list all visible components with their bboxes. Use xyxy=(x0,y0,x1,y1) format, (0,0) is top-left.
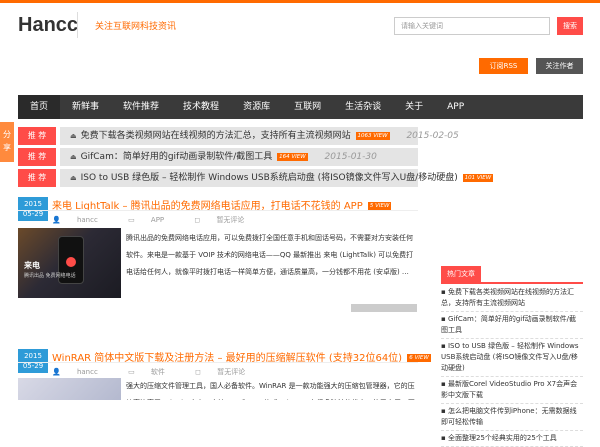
list-item[interactable]: ▪ 怎么把电脑文件传到iPhone：无需数据线即可轻松传输 xyxy=(441,404,583,431)
search-button[interactable]: 搜索 xyxy=(557,17,583,35)
post-date-box: 2015 05-29 xyxy=(18,197,48,221)
logo-divider xyxy=(77,12,78,38)
widget-title: 热门文章 xyxy=(441,266,481,282)
list-item[interactable]: ▪ 免费下载各类视频网站在线视频的方法汇总，支持所有主流视频网站 xyxy=(441,285,583,312)
follow-author-button[interactable]: 关注作者hancc xyxy=(536,58,583,86)
post-year: 2015 xyxy=(24,352,42,360)
post-meta: 👤 hancc ▭ 软件 ◻ 暂无评论 xyxy=(52,367,273,377)
list-item-text: 免费下载各类视频网站在线视频的方法汇总，支持所有主流视频网站 xyxy=(441,288,574,307)
post-category: APP xyxy=(150,216,165,224)
user-icon: 👤 xyxy=(52,216,61,224)
search-input[interactable]: 请输入关键词 xyxy=(394,17,550,35)
read-more-bar[interactable] xyxy=(351,304,417,312)
site-tagline: 关注互联网科技资讯 xyxy=(95,22,177,32)
folder-icon: ▭ xyxy=(128,368,135,376)
list-item-text: GifCam：简单好用的gif动画录制软件/截图工具 xyxy=(441,315,577,334)
post-comments: 暂无评论 xyxy=(217,368,246,376)
share-label-1: 分 xyxy=(3,130,11,139)
post-thumbnail[interactable]: 来电 腾讯出品 免费网络电话 xyxy=(18,228,121,298)
nav-item-news[interactable]: 新鲜事 xyxy=(60,95,111,119)
recommend-body: ⏏ ISO to USB 绿色版 – 轻松制作 Windows USB系统启动盘 … xyxy=(60,169,494,187)
nav-item-life[interactable]: 生活杂谈 xyxy=(333,95,393,119)
category-meta[interactable]: ▭ 软件 xyxy=(128,368,179,376)
eject-icon: ⏏ xyxy=(70,132,77,140)
list-item-text: ISO to USB 绿色版 – 轻松制作 Windows USB系统启动盘 (… xyxy=(441,342,579,372)
recommend-item[interactable]: 推 荐 ⏏ ISO to USB 绿色版 – 轻松制作 Windows USB系统… xyxy=(18,169,494,187)
hot-posts-list: ▪ 免费下载各类视频网站在线视频的方法汇总，支持所有主流视频网站 ▪ GifCa… xyxy=(441,285,583,447)
eject-icon: ⏏ xyxy=(70,174,77,182)
recommend-date: 2015-01-30 xyxy=(324,152,377,162)
share-side-button[interactable]: 分 享 xyxy=(0,122,14,162)
list-item-text: 最新版Corel VideoStudio Pro X7会声会影中文版下载 xyxy=(441,380,578,399)
list-item[interactable]: ▪ 全面整理25个经典实用的25个工具 xyxy=(441,431,583,447)
call-icon xyxy=(66,257,76,267)
view-count-badge: 164 VIEW xyxy=(277,152,308,161)
list-item-text: 怎么把电脑文件传到iPhone：无需数据线即可轻松传输 xyxy=(441,407,577,426)
recommend-title-text: GifCam：简单好用的gif动画录制软件/截图工具 xyxy=(80,152,273,162)
list-item[interactable]: ▪ GifCam：简单好用的gif动画录制软件/截图工具 xyxy=(441,312,583,339)
recommend-title[interactable]: ⏏ ISO to USB 绿色版 – 轻松制作 Windows USB系统启动盘 … xyxy=(70,169,494,187)
post-category: 软件 xyxy=(150,368,165,376)
post-excerpt: 腾讯出品的免费网络电话应用，可以免费拨打全国任意手机和固话号码，不需要对方安装任… xyxy=(126,234,414,276)
folder-icon: ▭ xyxy=(128,216,135,224)
recommend-title-text: 免费下载各类视频网站在线视频的方法汇总，支持所有主流视频网站 xyxy=(80,131,351,141)
site-logo[interactable]: Hancc xyxy=(18,14,78,37)
eject-icon: ⏏ xyxy=(70,153,77,161)
recommend-tag: 推 荐 xyxy=(18,127,56,145)
post-author: hancc xyxy=(76,368,98,376)
post-year: 2015 xyxy=(24,200,42,208)
view-count-badge: 101 VIEW xyxy=(462,173,494,182)
list-item-text: 全面整理25个经典实用的25个工具 xyxy=(447,434,557,442)
share-label-2: 享 xyxy=(3,143,11,152)
recommend-item[interactable]: 推 荐 ⏏ GifCam：简单好用的gif动画录制软件/截图工具 164 VIEW… xyxy=(18,148,418,166)
nav-item-resources[interactable]: 资源库 xyxy=(231,95,282,119)
post-author: hancc xyxy=(76,216,98,224)
recommend-body: ⏏ GifCam：简单好用的gif动画录制软件/截图工具 164 VIEW 201… xyxy=(60,148,418,166)
post-thumbnail[interactable] xyxy=(18,378,121,400)
nav-item-app[interactable]: APP xyxy=(435,95,476,119)
thumbnail-subcaption: 腾讯出品 免费网络电话 xyxy=(24,273,76,279)
recommend-title-text: ISO to USB 绿色版 – 轻松制作 Windows USB系统启动盘 (… xyxy=(80,173,458,183)
recommend-tag: 推 荐 xyxy=(18,148,56,166)
recommend-date: 2015-02-05 xyxy=(406,131,459,141)
rss-button[interactable]: 订阅RSS xyxy=(479,58,528,74)
post-date-box: 2015 05-29 xyxy=(18,349,48,373)
view-count-badge: 6 VIEW xyxy=(407,354,431,362)
nav-item-home[interactable]: 首页 xyxy=(18,95,61,119)
main-nav: 首页 新鲜事 软件推荐 技术教程 资源库 互联网 生活杂谈 关于 APP xyxy=(18,95,583,119)
recommend-title[interactable]: ⏏ 免费下载各类视频网站在线视频的方法汇总，支持所有主流视频网站 1063 VIE… xyxy=(70,127,459,145)
nav-item-software[interactable]: 软件推荐 xyxy=(111,95,171,119)
recommend-tag: 推 荐 xyxy=(18,169,56,187)
recommend-item[interactable]: 推 荐 ⏏ 免费下载各类视频网站在线视频的方法汇总，支持所有主流视频网站 1063… xyxy=(18,127,459,145)
author-meta[interactable]: 👤 hancc xyxy=(52,368,112,376)
nav-item-internet[interactable]: 互联网 xyxy=(282,95,333,119)
comments-meta[interactable]: ◻ 暂无评论 xyxy=(195,368,259,376)
post-meta: 👤 hancc ▭ APP ◻ 暂无评论 xyxy=(52,215,272,225)
author-meta[interactable]: 👤 hancc xyxy=(52,216,112,224)
top-accent-bar xyxy=(0,0,600,3)
view-count-badge: 5 VIEW xyxy=(367,202,392,210)
post-divider xyxy=(18,210,418,211)
category-meta[interactable]: ▭ APP xyxy=(128,216,178,224)
view-count-badge: 1063 VIEW xyxy=(355,131,390,140)
user-icon: 👤 xyxy=(52,368,61,376)
nav-item-about[interactable]: 关于 xyxy=(393,95,435,119)
post-comments: 暂无评论 xyxy=(216,216,245,224)
post-divider xyxy=(18,362,418,363)
thumbnail-caption: 来电 xyxy=(24,261,40,270)
recommend-body: ⏏ 免费下载各类视频网站在线视频的方法汇总，支持所有主流视频网站 1063 VIE… xyxy=(60,127,459,145)
nav-item-tutorials[interactable]: 技术教程 xyxy=(171,95,231,119)
comments-meta[interactable]: ◻ 暂无评论 xyxy=(194,216,258,224)
recommend-title[interactable]: ⏏ GifCam：简单好用的gif动画录制软件/截图工具 164 VIEW 201… xyxy=(70,148,377,166)
comment-icon: ◻ xyxy=(195,368,201,376)
post-excerpt: 强大的压缩文件管理工具，国人必备软件。WinRAR 是一款功能强大的压缩包管理器… xyxy=(126,382,415,400)
comment-icon: ◻ xyxy=(194,216,201,224)
list-item[interactable]: ▪ ISO to USB 绿色版 – 轻松制作 Windows USB系统启动盘… xyxy=(441,339,583,377)
